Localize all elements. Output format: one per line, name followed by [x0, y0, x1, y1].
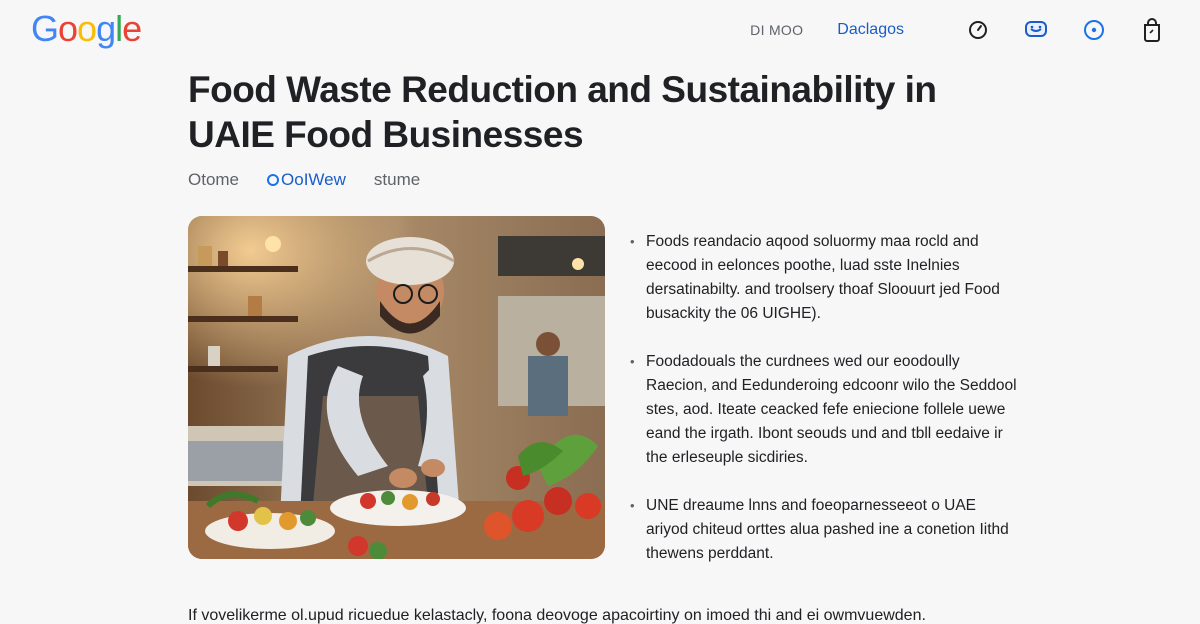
circle-dot-icon[interactable] — [1082, 18, 1106, 42]
active-tab-indicator-icon — [267, 174, 280, 186]
logo-letter: o — [58, 8, 78, 49]
shopping-bag-icon[interactable] — [1140, 18, 1164, 42]
tab-stume[interactable]: stume — [374, 170, 420, 190]
article-tabs: Otome OoIWew stume — [188, 170, 448, 190]
article-title: Food Waste Reduction and Sustainability … — [188, 69, 937, 155]
clock-icon[interactable] — [966, 18, 990, 42]
logo-letter: g — [96, 8, 116, 49]
list-item: Foodadouals the curdnees wed our eoodoul… — [630, 350, 1020, 470]
top-navigation: DI MOO Daclagos — [750, 16, 1164, 44]
chat-bubble-icon[interactable] — [1024, 18, 1048, 42]
article-body-text: If vovelikerme ol.upud ricuedue kelastac… — [188, 607, 926, 624]
list-item: UNE dreaume lnns and foeoparnesseeot o U… — [630, 494, 1020, 566]
summary-bullet-list: Foods reandacio aqood soluormy maa rocld… — [630, 230, 1020, 590]
logo-letter: G — [31, 8, 59, 49]
google-logo[interactable]: Google — [31, 8, 142, 50]
nav-link-dimoo[interactable]: DI MOO — [750, 22, 803, 38]
tab-oolwew[interactable]: OoIWew — [267, 170, 346, 190]
logo-letter: e — [122, 8, 142, 49]
logo-letter: l — [115, 8, 123, 49]
nav-link-daclagos[interactable]: Daclagos — [837, 21, 904, 39]
tab-label: OoIWew — [281, 170, 346, 189]
chef-preparing-food-image — [188, 216, 605, 559]
tab-otome[interactable]: Otome — [188, 170, 239, 190]
list-item: Foods reandacio aqood soluormy maa rocld… — [630, 230, 1020, 326]
logo-letter: o — [77, 8, 97, 49]
